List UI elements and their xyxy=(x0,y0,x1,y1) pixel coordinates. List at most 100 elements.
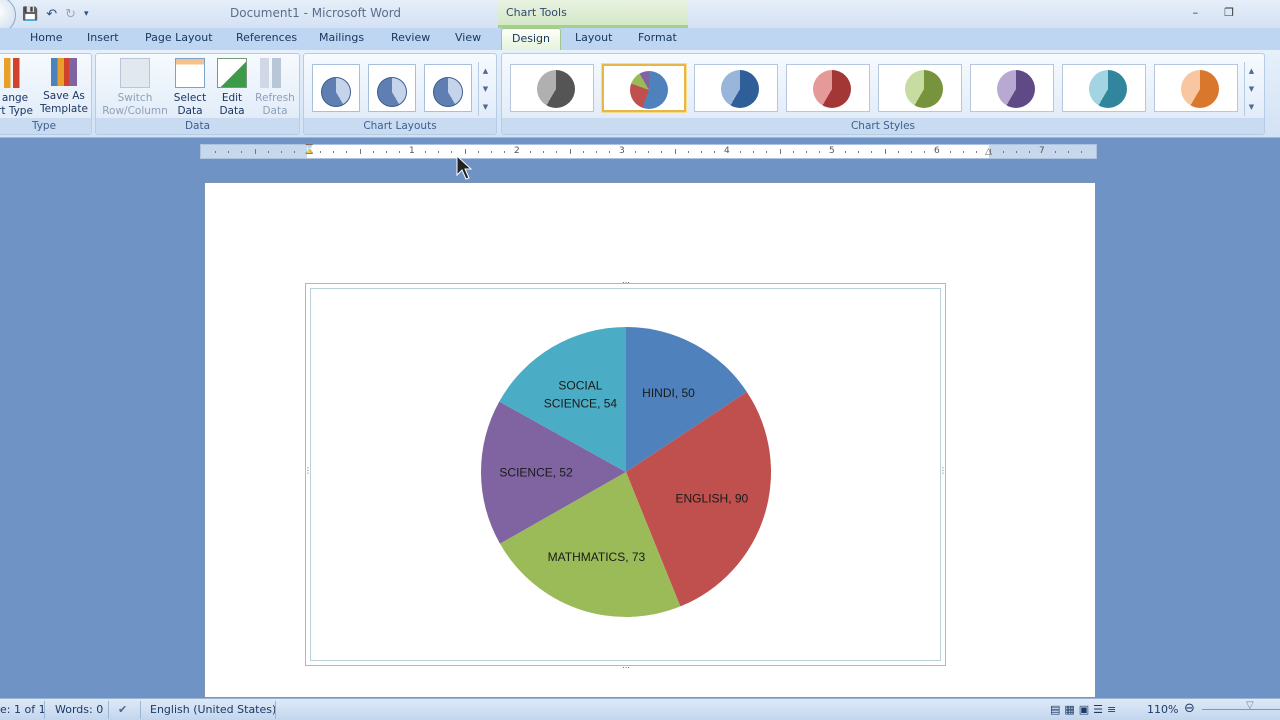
tab-home[interactable]: Home xyxy=(30,31,62,44)
zoom-slider[interactable] xyxy=(1202,709,1280,710)
ruler-tick xyxy=(267,151,269,153)
ribbon-tabs: Home Insert Page Layout References Maili… xyxy=(0,28,1280,50)
ruler-tick xyxy=(372,151,374,153)
refresh-data-button[interactable]: Refresh Data xyxy=(252,58,298,118)
tab-page-layout[interactable]: Page Layout xyxy=(145,31,213,44)
switch-row-column-button[interactable]: Switch Row/Column xyxy=(100,58,170,118)
chart-frame[interactable]: ⋯ ⋯ ⋮ ⋮ HINDI, 50 ENGLISH, 90 MATHMATICS, … xyxy=(304,278,947,672)
save-template-icon xyxy=(51,58,77,86)
scroll-up-icon[interactable]: ▲ xyxy=(483,67,488,75)
tab-view[interactable]: View xyxy=(455,31,481,44)
ruler-number: 3 xyxy=(619,146,625,156)
ruler-tick xyxy=(530,151,532,153)
chart-layout-1[interactable] xyxy=(312,64,360,112)
ruler-number: 6 xyxy=(934,146,940,156)
chart-style-pie-icon xyxy=(813,70,851,108)
tab-review[interactable]: Review xyxy=(391,31,430,44)
right-indent-marker[interactable]: △ xyxy=(985,147,992,157)
language[interactable]: English (United States) xyxy=(150,703,276,716)
ruler-tick xyxy=(897,151,899,153)
ruler-tick xyxy=(425,151,427,153)
word-count[interactable]: Words: 0 xyxy=(55,703,103,716)
ruler-number: 1 xyxy=(409,146,415,156)
styles-scroll[interactable]: ▲ ▼ ▼ xyxy=(1244,62,1258,116)
chart-style-6[interactable] xyxy=(970,64,1054,112)
chart-style-2[interactable] xyxy=(602,64,686,112)
restore-icon[interactable]: ❐ xyxy=(1224,6,1260,19)
ruler-tick xyxy=(1068,151,1070,153)
layouts-scroll[interactable]: ▲ ▼ ▼ xyxy=(478,62,492,116)
chart-style-5[interactable] xyxy=(878,64,962,112)
zoom-out-icon[interactable]: ⊖ xyxy=(1184,701,1195,716)
chart-layout-2[interactable] xyxy=(368,64,416,112)
chart-style-8[interactable] xyxy=(1154,64,1238,112)
pie-chart[interactable]: HINDI, 50 ENGLISH, 90 MATHMATICS, 73 SCIENC… xyxy=(306,284,947,667)
customize-icon[interactable]: ▾ xyxy=(84,9,89,19)
ruler-tick xyxy=(254,149,256,154)
chart-style-1[interactable] xyxy=(510,64,594,112)
ruler-tick xyxy=(910,151,912,153)
ruler-tick xyxy=(385,151,387,153)
switch-icon xyxy=(120,58,150,88)
ruler-number: 7 xyxy=(1039,146,1045,156)
ruler-tick xyxy=(674,149,676,154)
more-icon[interactable]: ▼ xyxy=(483,103,488,111)
minimize-icon[interactable]: – xyxy=(1193,6,1225,19)
tab-layout[interactable]: Layout xyxy=(575,31,612,44)
ruler-tick xyxy=(333,151,335,153)
ruler-tick xyxy=(556,151,558,153)
refresh-data-label: Refresh Data xyxy=(255,92,295,117)
ruler-tick xyxy=(398,151,400,153)
undo-icon[interactable]: ↶ xyxy=(46,7,57,22)
ruler-tick xyxy=(700,151,702,153)
window-title: Document1 - Microsoft Word xyxy=(230,6,402,20)
ruler-tick xyxy=(1015,151,1017,153)
indent-marker[interactable]: ⌛ xyxy=(303,144,315,155)
save-as-template-label: Save As Template xyxy=(40,90,88,115)
change-chart-type-button[interactable]: ange rt Type xyxy=(0,58,33,118)
select-data-button[interactable]: Select Data xyxy=(172,58,208,118)
proofing-icon[interactable]: ✔ xyxy=(118,703,127,716)
zoom-slider-thumb[interactable]: ▽ xyxy=(1246,700,1254,711)
ruler-tick xyxy=(608,151,610,153)
chart-tools-context: Chart Tools xyxy=(498,0,688,28)
scroll-up-icon[interactable]: ▲ xyxy=(1249,67,1254,75)
scroll-down-icon[interactable]: ▼ xyxy=(1249,85,1254,93)
save-as-template-button[interactable]: Save As Template xyxy=(37,58,91,116)
ruler-tick xyxy=(228,151,230,153)
ruler-tick xyxy=(766,151,768,153)
data-label: SCIENCE, 52 xyxy=(499,465,573,479)
change-chart-type-label: ange rt Type xyxy=(0,92,33,117)
redo-icon[interactable]: ↻ xyxy=(65,7,76,22)
view-buttons[interactable]: ▤▦▣☰≡ xyxy=(1050,703,1120,716)
zoom-level[interactable]: 110% xyxy=(1147,703,1178,716)
window-controls[interactable]: –❐ xyxy=(1193,6,1260,19)
more-icon[interactable]: ▼ xyxy=(1249,103,1254,111)
horizontal-ruler[interactable]: 1 2 3 4 5 6 7 ⌛ △ xyxy=(200,144,1097,159)
chart-tools-label: Chart Tools xyxy=(506,6,567,19)
ruler-tick xyxy=(280,151,282,153)
chart-layout-3[interactable] xyxy=(424,64,472,112)
chart-style-7[interactable] xyxy=(1062,64,1146,112)
ruler-tick xyxy=(740,151,742,153)
tab-mailings[interactable]: Mailings xyxy=(319,31,364,44)
ruler-tick xyxy=(884,149,886,154)
ruler-tick xyxy=(582,151,584,153)
ruler-tick xyxy=(923,151,925,153)
edit-data-button[interactable]: Edit Data xyxy=(214,58,250,118)
group-label-type: Type xyxy=(0,118,91,134)
chart-style-pie-icon xyxy=(905,70,943,108)
chart-style-pie-icon xyxy=(1181,70,1219,108)
edit-data-excel-icon xyxy=(217,58,247,88)
tab-format[interactable]: Format xyxy=(638,31,677,44)
ruler-tick xyxy=(595,151,597,153)
save-icon[interactable]: 💾 xyxy=(22,7,38,22)
scroll-down-icon[interactable]: ▼ xyxy=(483,85,488,93)
chart-style-3[interactable] xyxy=(694,64,778,112)
tab-insert[interactable]: Insert xyxy=(87,31,119,44)
tab-design[interactable]: Design xyxy=(501,28,561,50)
tab-references[interactable]: References xyxy=(236,31,297,44)
ruler-tick xyxy=(1055,151,1057,153)
chart-style-4[interactable] xyxy=(786,64,870,112)
page-count[interactable]: e: 1 of 1 xyxy=(0,703,46,716)
